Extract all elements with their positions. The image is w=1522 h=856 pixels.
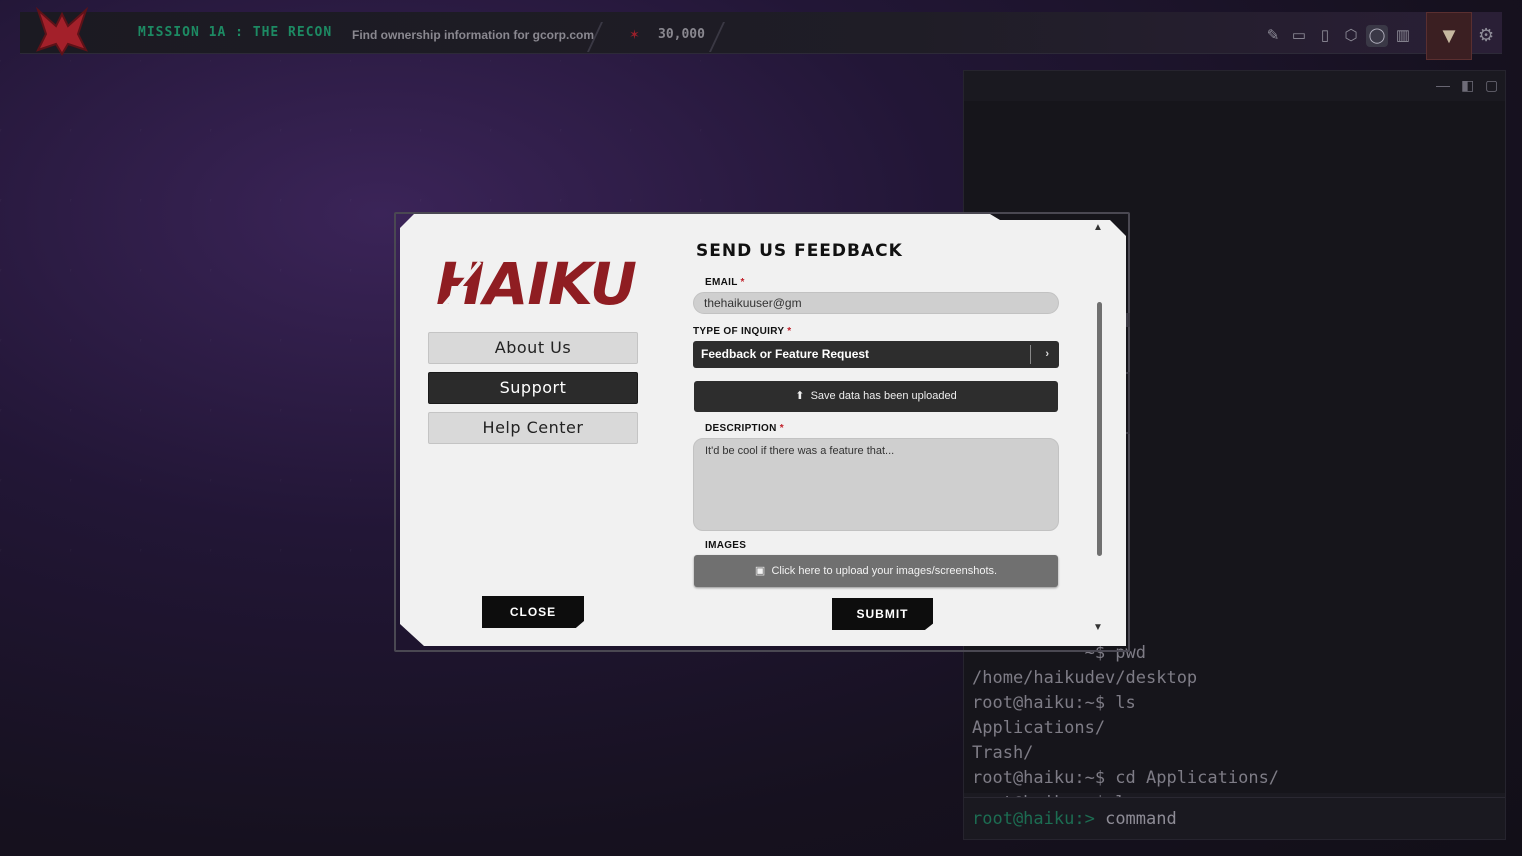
terminal-prompt: root@haiku:> <box>972 809 1095 829</box>
inquiry-label-text: TYPE OF INQUIRY <box>693 326 785 337</box>
book-icon[interactable]: ▯ <box>1314 25 1336 47</box>
scroll-up-icon[interactable]: ▲ <box>1093 222 1103 233</box>
haiku-logo: HAIKU <box>434 250 640 318</box>
scroll-down-icon[interactable]: ▼ <box>1093 622 1103 633</box>
upload-icon: ⬆ <box>795 390 805 402</box>
description-label-text: DESCRIPTION <box>705 423 777 434</box>
close-button[interactable]: CLOSE <box>482 596 584 628</box>
minimize-icon[interactable]: — <box>1436 77 1450 93</box>
terminal-line: Applications/ <box>972 718 1106 738</box>
add-image-icon: ▣ <box>754 565 766 577</box>
required-mark: * <box>787 326 792 337</box>
email-field[interactable]: thehaikuuser@gm <box>693 292 1059 314</box>
terminal-line: root@haiku:~$ ls <box>972 693 1136 713</box>
email-label-text: EMAIL <box>705 277 738 288</box>
description-label: DESCRIPTION * <box>705 423 784 434</box>
save-upload-label: Save data has been uploaded <box>810 390 957 402</box>
support-button[interactable]: Support <box>428 372 638 404</box>
split-icon[interactable]: ◧ <box>1461 77 1474 94</box>
description-field[interactable]: It'd be cool if there was a feature that… <box>693 438 1059 531</box>
images-label: IMAGES <box>705 540 747 551</box>
svg-text:HAIKU: HAIKU <box>436 252 636 314</box>
mission-description: Find ownership information for gcorp.com <box>352 28 594 42</box>
terminal-line: root@haiku:~$ cd Applications/ <box>972 768 1280 788</box>
toolbar-icons: ✎ ▭ ▯ ⬡ ◯ ▥ <box>1262 25 1414 47</box>
folder-icon[interactable]: ▭ <box>1288 25 1310 47</box>
save-data-upload-button[interactable]: ⬆ Save data has been uploaded <box>694 381 1058 412</box>
maximize-icon[interactable]: ▢ <box>1485 77 1498 94</box>
scrollbar[interactable] <box>1097 302 1102 556</box>
help-center-button[interactable]: Help Center <box>428 412 638 444</box>
hexagon-icon[interactable]: ⬡ <box>1340 25 1362 47</box>
terminal-header: — ◧ ▢ <box>964 71 1505 101</box>
haiku-emblem-icon[interactable] <box>26 4 98 58</box>
avatar[interactable]: ▼ <box>1426 12 1472 60</box>
terminal-line: /home/haikudev/desktop <box>972 668 1198 688</box>
points-counter: 30,000 <box>658 27 705 42</box>
chat-icon[interactable]: ◯ <box>1366 25 1388 47</box>
image-upload-button[interactable]: ▣ Click here to upload your images/scree… <box>694 555 1058 587</box>
form-title: SEND US FEEDBACK <box>696 241 903 261</box>
required-mark: * <box>740 277 745 288</box>
image-upload-label: Click here to upload your images/screens… <box>771 565 998 577</box>
terminal-input[interactable]: root@haiku:> command <box>964 797 1505 839</box>
terminal-command-placeholder: command <box>1105 809 1177 829</box>
terminal-line: Trash/ <box>972 743 1034 763</box>
required-mark: * <box>779 423 784 434</box>
about-us-button[interactable]: About Us <box>428 332 638 364</box>
terminal-lines: ~$ pwd/home/haikudev/desktop root@haiku:~… <box>972 641 1279 816</box>
points-icon: ✶ <box>629 27 640 42</box>
mission-title: MISSION 1A : THE RECON <box>138 25 333 40</box>
email-label: EMAIL * <box>705 277 745 288</box>
inquiry-label: TYPE OF INQUIRY * <box>693 326 791 337</box>
chevron-right-icon[interactable]: › <box>1045 341 1049 368</box>
gear-icon[interactable]: ⚙ <box>1478 25 1494 46</box>
inquiry-selected-value: Feedback or Feature Request <box>701 347 870 361</box>
select-divider <box>1030 345 1031 364</box>
feedback-modal: HAIKU About Us Support Help Center CLOSE… <box>400 214 1126 646</box>
submit-button[interactable]: SUBMIT <box>832 598 933 630</box>
map-icon[interactable]: ▥ <box>1392 25 1414 47</box>
inquiry-select[interactable]: Feedback or Feature Request › <box>693 341 1059 368</box>
edit-icon[interactable]: ✎ <box>1262 25 1284 47</box>
